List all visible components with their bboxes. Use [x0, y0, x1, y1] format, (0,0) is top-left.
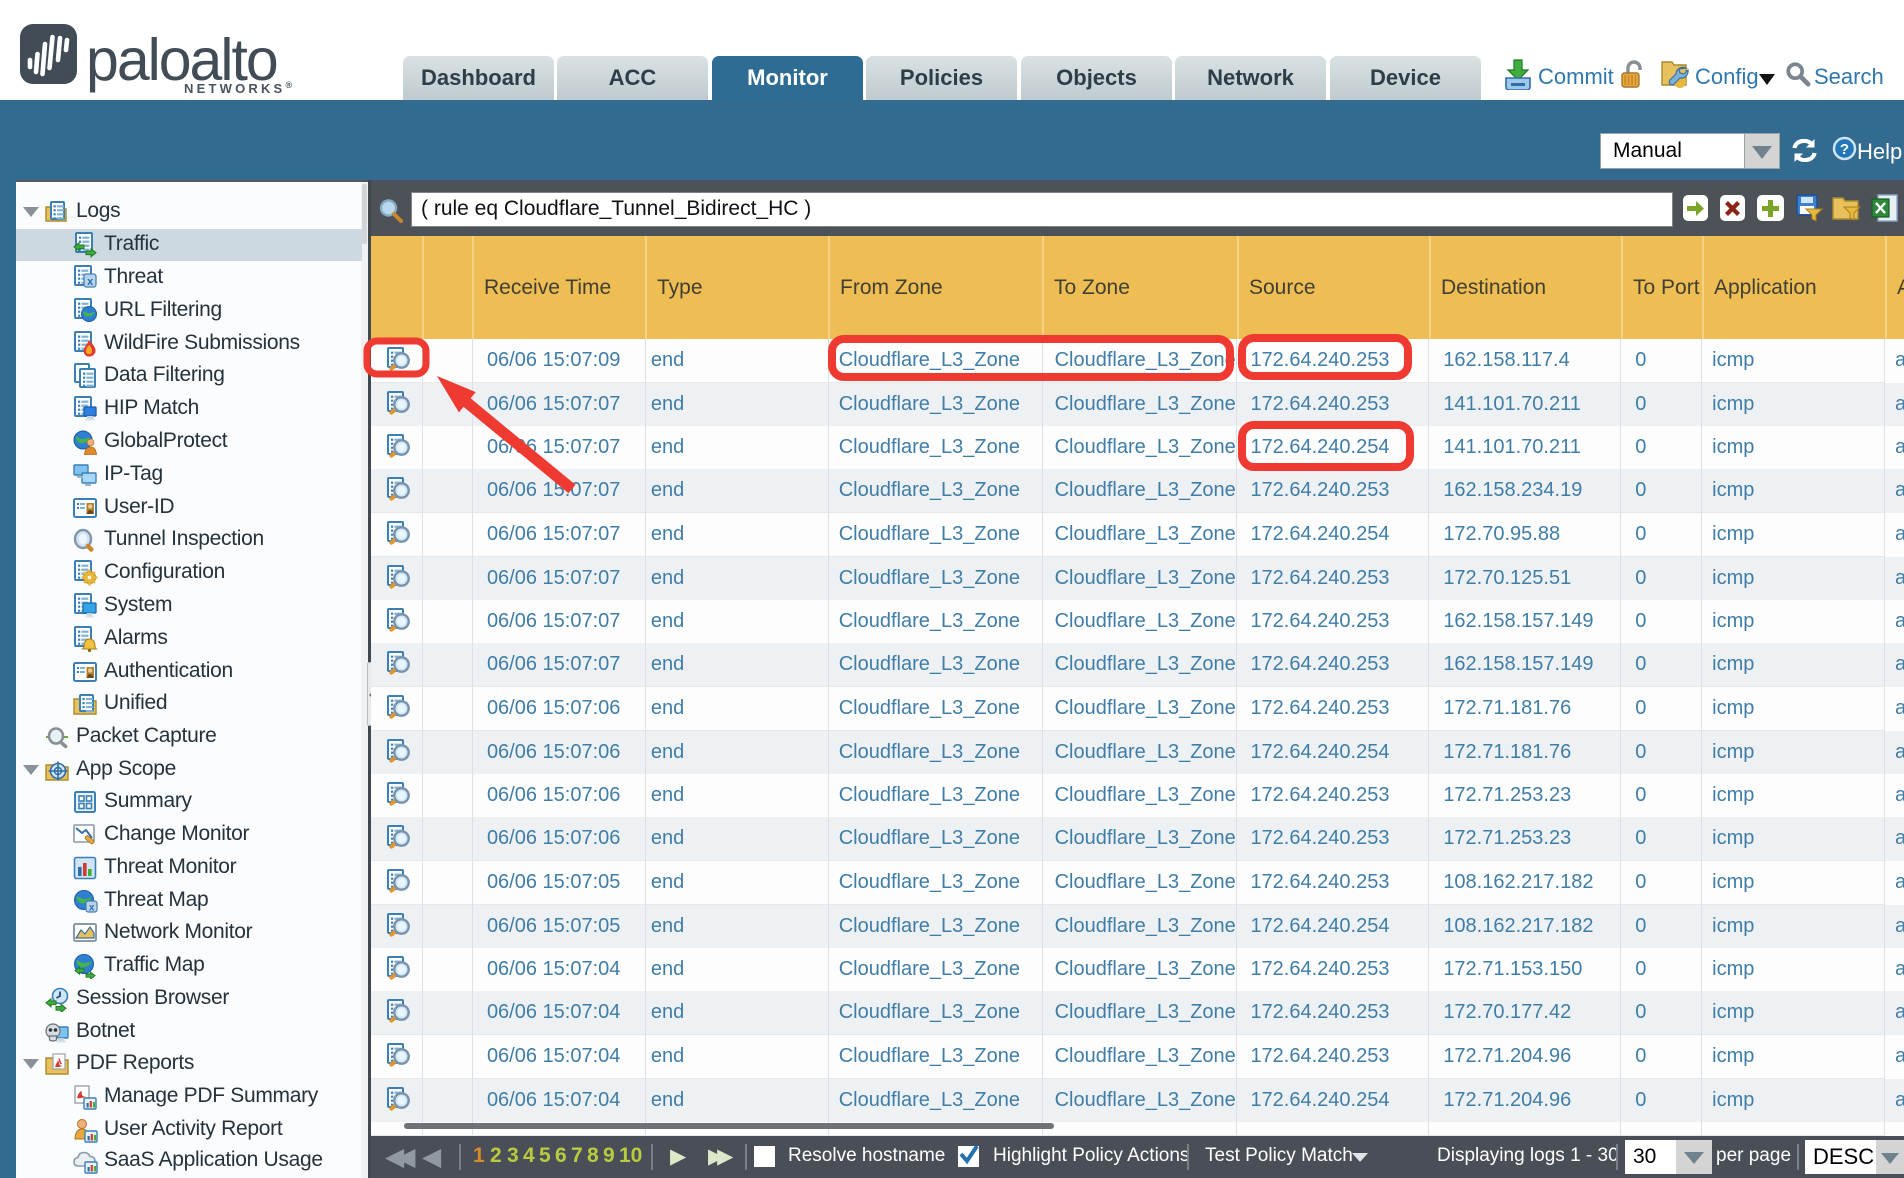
svg-text:A: A [56, 1057, 62, 1066]
svg-text:x: x [89, 903, 95, 914]
svg-text:?: ? [1840, 141, 1849, 158]
